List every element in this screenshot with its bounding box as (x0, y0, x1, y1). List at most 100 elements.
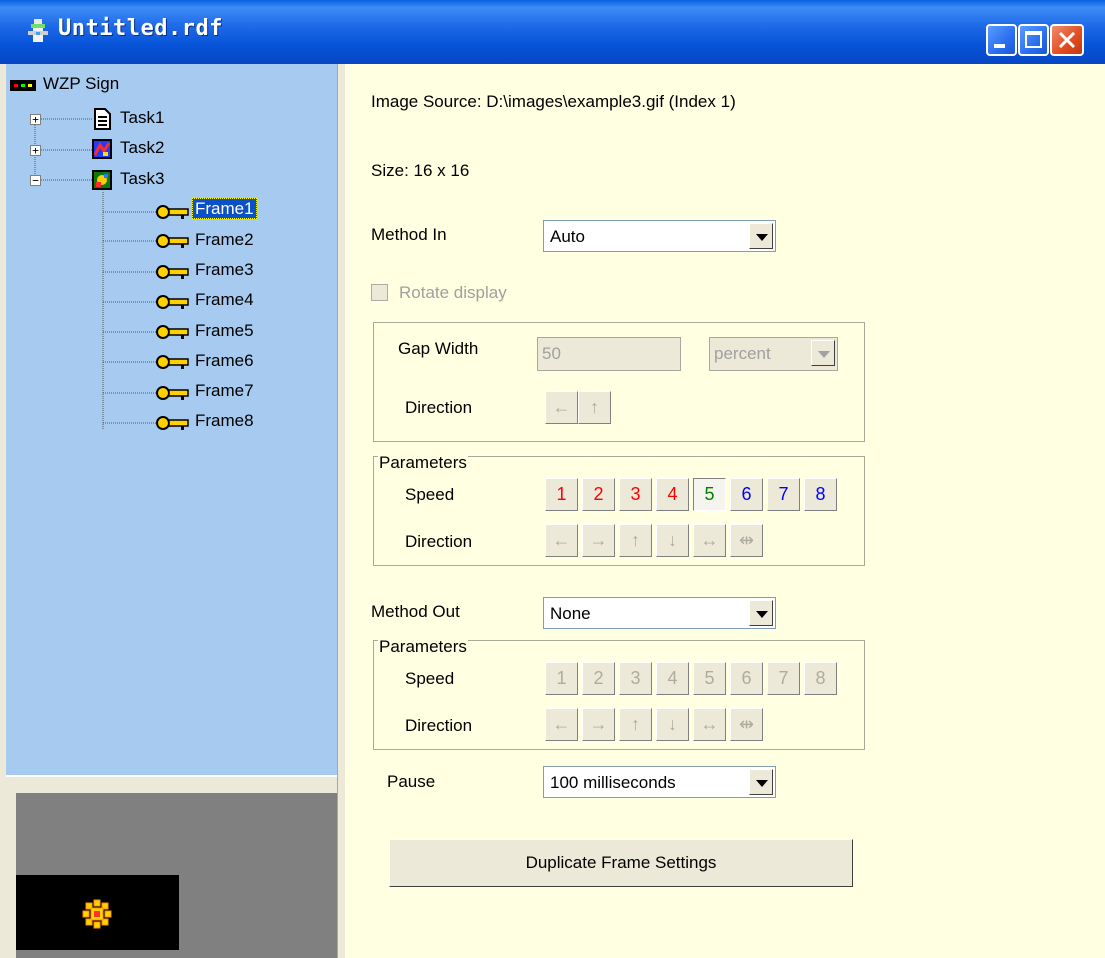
dir-out-right-button[interactable]: → (582, 708, 615, 741)
dir-out-down-button[interactable]: ↓ (656, 708, 689, 741)
direction-out-buttons: ← → ↑ ↓ ↔ ⇹ (545, 708, 767, 741)
preview-pane (16, 793, 337, 958)
gap-direction-buttons: ← ↑ (545, 391, 615, 424)
tree-item-frame6[interactable]: Frame6 (195, 351, 254, 371)
duplicate-frame-settings-button[interactable]: Duplicate Frame Settings (389, 839, 853, 887)
key-frame-icon (156, 265, 189, 279)
dir-in-center-button[interactable]: ⇹ (730, 524, 763, 557)
chevron-down-icon[interactable] (749, 769, 773, 795)
gap-direction-label: Direction (405, 398, 473, 417)
speed-in-7-button[interactable]: 7 (767, 478, 800, 511)
gap-unit-select[interactable]: percent (709, 337, 838, 371)
minimize-button[interactable] (986, 24, 1017, 56)
speed-out-5-button[interactable]: 5 (693, 662, 726, 695)
image-source-label: Image Source: D:\images\example3.gif (In… (371, 92, 736, 111)
tree-item-frame3[interactable]: Frame3 (195, 260, 254, 280)
dir-in-right-button[interactable]: → (582, 524, 615, 557)
pane-splitter[interactable] (6, 775, 337, 795)
chevron-down-icon[interactable] (811, 340, 835, 366)
tree-item-frame1[interactable]: Frame1 (192, 198, 257, 219)
speed-in-label: Speed (405, 485, 455, 504)
direction-out-label: Direction (405, 716, 473, 735)
speed-in-6-button[interactable]: 6 (730, 478, 763, 511)
key-frame-icon (156, 386, 189, 400)
speed-in-4-button[interactable]: 4 (656, 478, 689, 511)
hydrant-icon (28, 19, 48, 42)
method-in-select[interactable]: Auto (543, 220, 776, 252)
expand-toggle-task1[interactable]: + (30, 114, 41, 125)
speed-out-8-button[interactable]: 8 (804, 662, 837, 695)
pause-label: Pause (387, 772, 436, 791)
dir-in-up-button[interactable]: ↑ (619, 524, 652, 557)
speed-in-5-button[interactable]: 5 (693, 478, 726, 511)
method-out-select[interactable]: None (543, 597, 776, 629)
title-bar[interactable]: Untitled.rdf (0, 0, 1105, 64)
tree-root[interactable]: WZP Sign (43, 74, 119, 94)
expand-toggle-task2[interactable]: + (30, 145, 41, 156)
parameters-in-caption: Parameters (378, 453, 468, 473)
document-icon (94, 108, 111, 130)
speed-out-7-button[interactable]: 7 (767, 662, 800, 695)
close-icon (1058, 31, 1076, 49)
speed-in-buttons: 1 2 3 4 5 6 7 8 (545, 478, 841, 511)
close-button[interactable] (1050, 24, 1084, 56)
gap-dir-left-button[interactable]: ← (545, 391, 578, 424)
speed-out-buttons: 1 2 3 4 5 6 7 8 (545, 662, 841, 695)
speed-out-2-button[interactable]: 2 (582, 662, 615, 695)
dir-out-center-button[interactable]: ⇹ (730, 708, 763, 741)
chevron-down-icon[interactable] (749, 600, 773, 626)
dir-in-left-button[interactable]: ← (545, 524, 578, 557)
rotate-display-label: Rotate display (399, 283, 507, 302)
key-frame-icon (156, 234, 189, 248)
speed-out-4-button[interactable]: 4 (656, 662, 689, 695)
image-task-icon (92, 139, 112, 159)
tree-item-frame5[interactable]: Frame5 (195, 321, 254, 341)
dir-out-left-button[interactable]: ← (545, 708, 578, 741)
selected-frame-label[interactable]: Frame1 (192, 198, 257, 219)
direction-in-label: Direction (405, 532, 473, 551)
tree-item-task2[interactable]: Task2 (120, 138, 164, 158)
speed-out-1-button[interactable]: 1 (545, 662, 578, 695)
tree-item-frame8[interactable]: Frame8 (195, 411, 254, 431)
speed-in-3-button[interactable]: 3 (619, 478, 652, 511)
image-task-icon (92, 170, 112, 190)
key-frame-icon (156, 205, 189, 219)
method-in-label: Method In (371, 225, 447, 244)
collapse-toggle-task3[interactable]: − (30, 175, 41, 186)
tree-view[interactable]: WZP Sign + Task1 + Task2 − Task3 Frame1 … (6, 64, 339, 775)
method-out-value: None (550, 604, 591, 623)
method-in-value: Auto (550, 227, 585, 246)
pause-select[interactable]: 100 milliseconds (543, 766, 776, 798)
speed-out-label: Speed (405, 669, 455, 688)
dir-in-horizontal-button[interactable]: ↔ (693, 524, 726, 557)
tree-item-frame7[interactable]: Frame7 (195, 381, 254, 401)
dir-out-horizontal-button[interactable]: ↔ (693, 708, 726, 741)
speed-in-2-button[interactable]: 2 (582, 478, 615, 511)
method-out-label: Method Out (371, 602, 460, 621)
speed-in-8-button[interactable]: 8 (804, 478, 837, 511)
key-frame-icon (156, 295, 189, 309)
maximize-button[interactable] (1018, 24, 1049, 56)
gap-dir-up-button[interactable]: ↑ (578, 391, 611, 424)
dir-out-up-button[interactable]: ↑ (619, 708, 652, 741)
key-frame-icon (156, 325, 189, 339)
dir-in-down-button[interactable]: ↓ (656, 524, 689, 557)
rotate-display-checkbox[interactable] (371, 284, 388, 301)
tree-item-task3[interactable]: Task3 (120, 169, 164, 189)
speed-out-6-button[interactable]: 6 (730, 662, 763, 695)
led-sign-icon (10, 80, 36, 91)
maximize-icon (1025, 31, 1042, 48)
speed-out-3-button[interactable]: 3 (619, 662, 652, 695)
parameters-out-caption: Parameters (378, 637, 468, 657)
sun-icon (82, 899, 112, 929)
key-frame-icon (156, 355, 189, 369)
tree-item-frame4[interactable]: Frame4 (195, 290, 254, 310)
window-title: Untitled.rdf (58, 16, 223, 41)
gap-width-input[interactable]: 50 (537, 337, 681, 371)
preview-canvas (16, 875, 179, 950)
tree-item-frame2[interactable]: Frame2 (195, 230, 254, 250)
speed-in-1-button[interactable]: 1 (545, 478, 578, 511)
chevron-down-icon[interactable] (749, 223, 773, 249)
key-frame-icon (156, 416, 189, 430)
tree-item-task1[interactable]: Task1 (120, 108, 164, 128)
